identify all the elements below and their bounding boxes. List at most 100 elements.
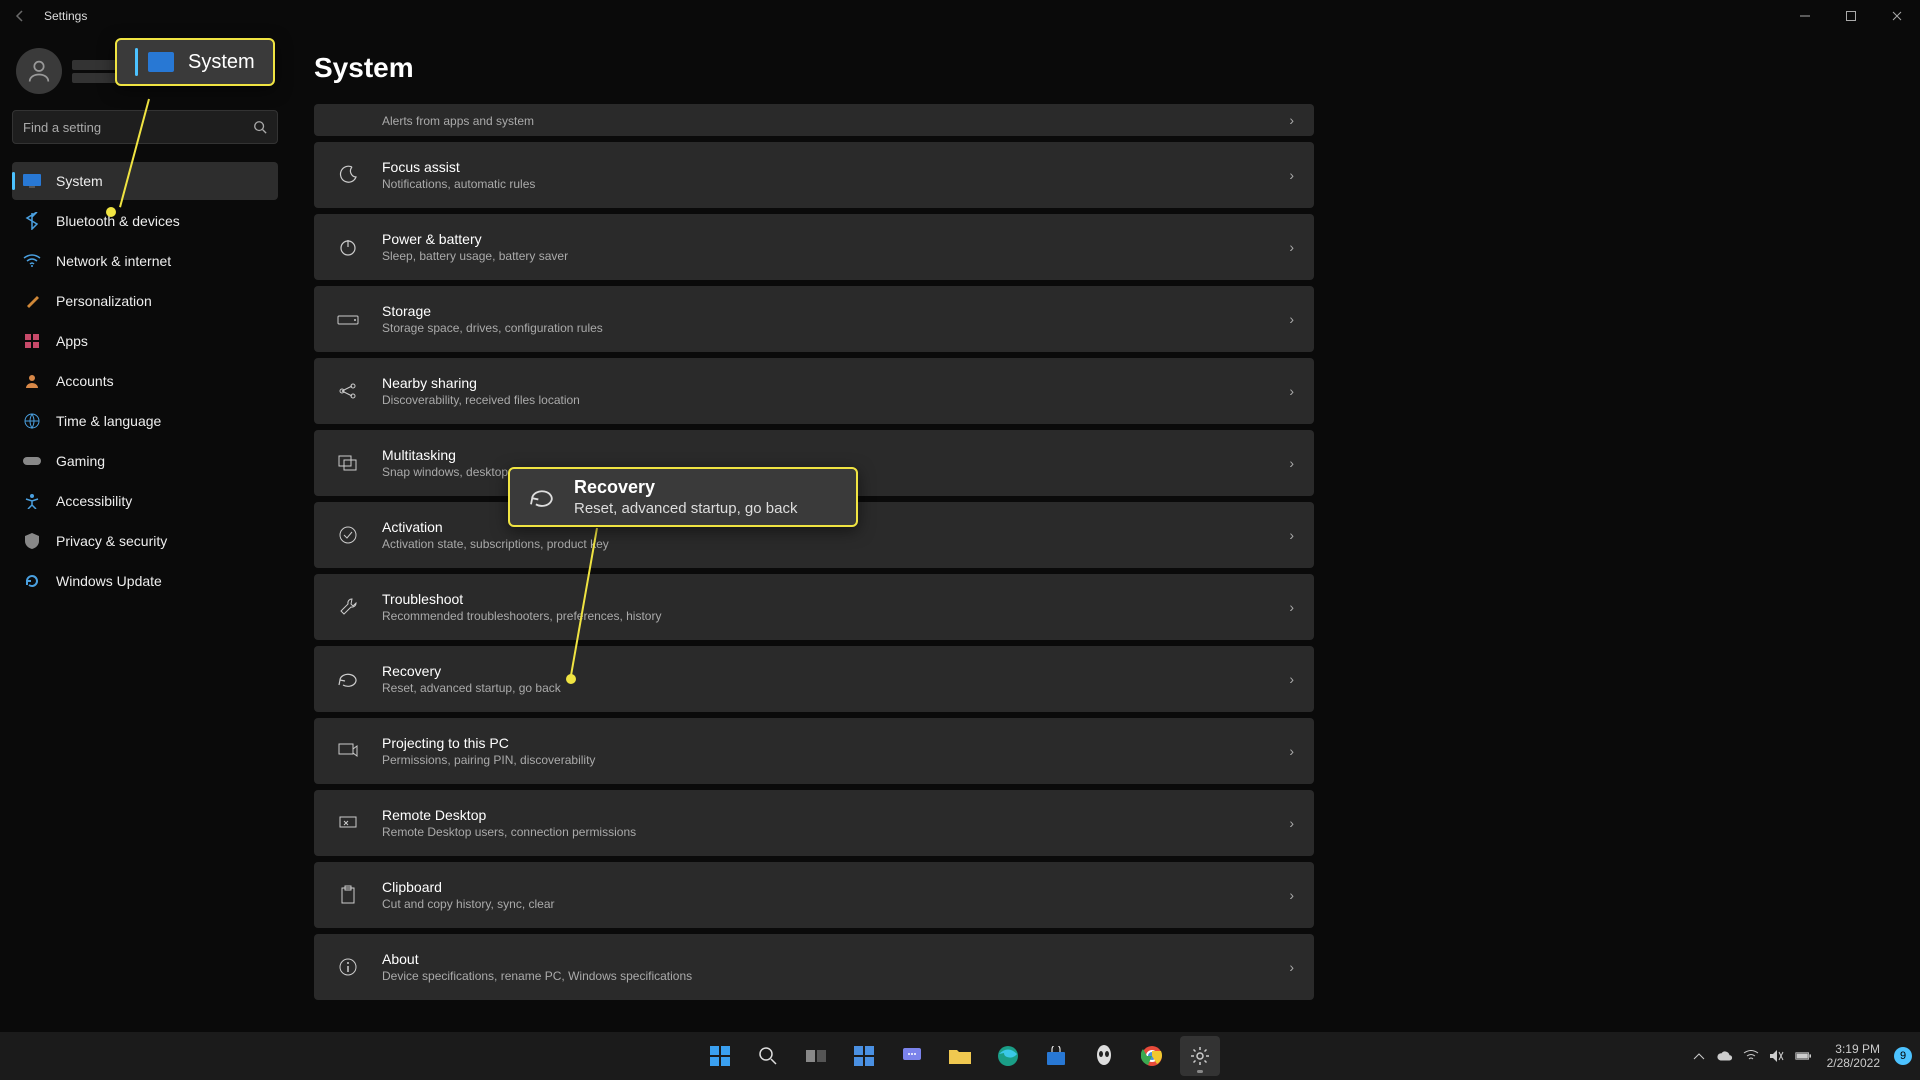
callout-title: Recovery [574,477,797,498]
nav-item-apps[interactable]: Apps [12,322,278,360]
callout-sub: Reset, advanced startup, go back [574,500,797,517]
nav-label: Apps [56,333,88,349]
person-icon [22,371,42,391]
nav-label: Network & internet [56,253,171,269]
taskbar-chat[interactable] [892,1036,932,1076]
taskbar-alienware[interactable] [1084,1036,1124,1076]
power-icon [334,237,362,257]
nav-item-update[interactable]: Windows Update [12,562,278,600]
taskbar-store[interactable] [1036,1036,1076,1076]
chevron-right-icon: › [1289,112,1294,128]
row-remote-desktop[interactable]: Remote DesktopRemote Desktop users, conn… [314,790,1314,856]
nav-item-gaming[interactable]: Gaming [12,442,278,480]
maximize-button[interactable] [1828,0,1874,32]
row-title: Power & battery [382,231,1289,247]
nav-item-time[interactable]: Time & language [12,402,278,440]
row-nearby-sharing[interactable]: Nearby sharingDiscoverability, received … [314,358,1314,424]
taskbar-edge[interactable] [988,1036,1028,1076]
taskbar-search[interactable] [748,1036,788,1076]
taskbar-settings[interactable] [1180,1036,1220,1076]
avatar-icon [16,48,62,94]
row-notifications[interactable]: Alerts from apps and system › [314,104,1314,136]
wifi-icon [22,251,42,271]
taskbar-widgets[interactable] [844,1036,884,1076]
nav-label: Gaming [56,453,105,469]
tray-notification-badge[interactable]: 9 [1894,1047,1912,1065]
back-button[interactable] [8,4,32,28]
recovery-icon [334,670,362,688]
nav-label: Accessibility [56,493,132,509]
tray-onedrive-icon[interactable] [1717,1048,1733,1064]
tray-time: 3:19 PM [1827,1042,1880,1056]
nav-label: Bluetooth & devices [56,213,180,229]
row-title: About [382,951,1289,967]
page-title: System [314,52,1880,84]
annotation-dot [566,674,576,684]
row-about[interactable]: AboutDevice specifications, rename PC, W… [314,934,1314,1000]
nav-label: Accounts [56,373,114,389]
tray-volume-icon[interactable] [1769,1048,1785,1064]
row-title: Projecting to this PC [382,735,1289,751]
tray-chevron-up-icon[interactable] [1691,1048,1707,1064]
nav-item-system[interactable]: System [12,162,278,200]
row-sub: Discoverability, received files location [382,393,1289,407]
recovery-icon [528,486,558,508]
row-recovery[interactable]: RecoveryReset, advanced startup, go back… [314,646,1314,712]
tray-wifi-icon[interactable] [1743,1048,1759,1064]
row-title: Recovery [382,663,1289,679]
chevron-right-icon: › [1289,311,1294,327]
row-sub: Remote Desktop users, connection permiss… [382,825,1289,839]
row-storage[interactable]: StorageStorage space, drives, configurat… [314,286,1314,352]
row-sub: Alerts from apps and system [382,114,1289,128]
row-title: Multitasking [382,447,1289,463]
annotation-dot [106,207,116,217]
minimize-button[interactable] [1782,0,1828,32]
callout-system: System [115,38,275,86]
bluetooth-icon [22,211,42,231]
close-button[interactable] [1874,0,1920,32]
row-focus-assist[interactable]: Focus assistNotifications, automatic rul… [314,142,1314,208]
update-icon [22,571,42,591]
taskbar-explorer[interactable] [940,1036,980,1076]
accessibility-icon [22,491,42,511]
nav-label: Privacy & security [56,533,167,549]
chevron-right-icon: › [1289,383,1294,399]
row-clipboard[interactable]: ClipboardCut and copy history, sync, cle… [314,862,1314,928]
chevron-right-icon: › [1289,743,1294,759]
search-icon [253,120,267,134]
taskbar-taskview[interactable] [796,1036,836,1076]
window-title: Settings [44,9,87,23]
nav-item-accounts[interactable]: Accounts [12,362,278,400]
moon-icon [334,165,362,185]
tray-battery-icon[interactable] [1795,1048,1811,1064]
nav-item-bluetooth[interactable]: Bluetooth & devices [12,202,278,240]
row-sub: Permissions, pairing PIN, discoverabilit… [382,753,1289,767]
nav-item-personalization[interactable]: Personalization [12,282,278,320]
project-icon [334,743,362,759]
row-title: Troubleshoot [382,591,1289,607]
paint-icon [22,291,42,311]
drive-icon [334,312,362,326]
shield-icon [22,531,42,551]
info-icon [334,957,362,977]
row-sub: Activation state, subscriptions, product… [382,537,1289,551]
start-button[interactable] [700,1036,740,1076]
system-icon [22,171,42,191]
nav-item-accessibility[interactable]: Accessibility [12,482,278,520]
chevron-right-icon: › [1289,671,1294,687]
row-sub: Storage space, drives, configuration rul… [382,321,1289,335]
nav-label: Windows Update [56,573,162,589]
nav-label: Personalization [56,293,152,309]
nav-item-network[interactable]: Network & internet [12,242,278,280]
row-power[interactable]: Power & batterySleep, battery usage, bat… [314,214,1314,280]
tray-clock[interactable]: 3:19 PM 2/28/2022 [1827,1042,1880,1071]
share-icon [334,381,362,401]
row-projecting[interactable]: Projecting to this PC Permissions, pairin… [314,718,1314,784]
row-troubleshoot[interactable]: TroubleshootRecommended troubleshooters,… [314,574,1314,640]
nav-item-privacy[interactable]: Privacy & security [12,522,278,560]
row-title: Clipboard [382,879,1289,895]
chevron-right-icon: › [1289,455,1294,471]
apps-icon [22,331,42,351]
taskbar-chrome[interactable] [1132,1036,1172,1076]
chevron-right-icon: › [1289,959,1294,975]
